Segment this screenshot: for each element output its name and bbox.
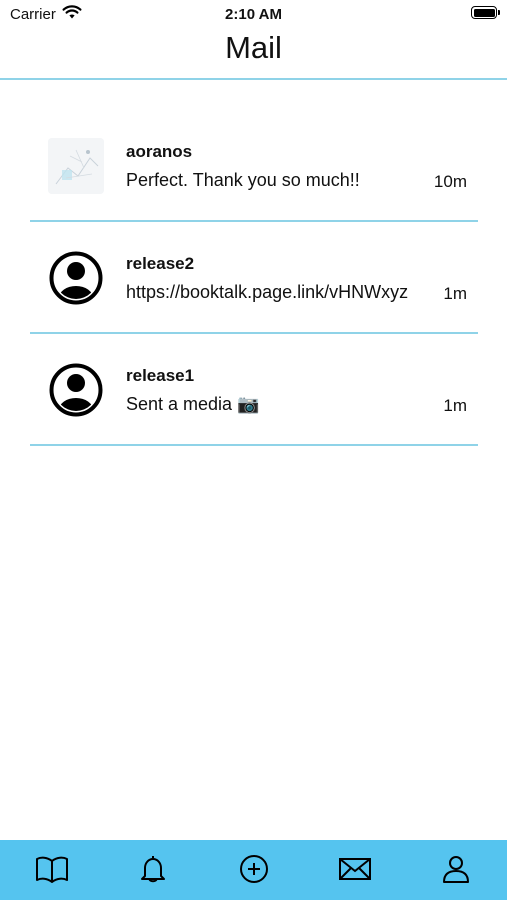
clock: 2:10 AM — [225, 6, 282, 23]
message-time: 1m — [443, 396, 467, 415]
sender-name: release2 — [126, 254, 195, 273]
conversation-list: aoranos Perfect. Thank you so much!! 10m… — [0, 110, 507, 446]
tab-notifications[interactable] — [136, 854, 170, 884]
tab-library[interactable] — [35, 854, 69, 884]
status-bar: Carrier 2:10 AM — [0, 0, 507, 28]
user-avatar-icon — [49, 251, 103, 305]
tab-profile[interactable] — [439, 854, 473, 884]
message-preview: Perfect. Thank you so much!! — [126, 170, 360, 190]
bell-icon — [141, 856, 165, 883]
battery-icon — [471, 6, 500, 19]
page-title: Mail — [225, 30, 282, 65]
user-icon — [443, 856, 469, 883]
row-divider — [30, 444, 478, 446]
avatar — [48, 138, 104, 194]
tab-create[interactable] — [237, 854, 271, 884]
tab-mail[interactable] — [338, 854, 372, 884]
message-time: 10m — [433, 172, 467, 191]
book-icon — [36, 856, 68, 883]
message-preview: Sent a media 📷 — [126, 394, 260, 414]
sender-name: release1 — [126, 366, 195, 385]
header-divider — [0, 78, 507, 80]
message-preview: https://booktalk.page.link/vHNWxyz — [126, 282, 409, 302]
plus-circle-icon — [240, 855, 268, 883]
message-time: 1m — [443, 284, 467, 303]
conversation-item[interactable]: release2 https://booktalk.page.link/vHNW… — [0, 222, 507, 334]
tab-bar — [0, 840, 507, 900]
conversation-item[interactable]: aoranos Perfect. Thank you so much!! 10m — [0, 110, 507, 222]
user-avatar-icon — [49, 363, 103, 417]
sender-name: aoranos — [126, 142, 193, 161]
conversation-item[interactable]: release1 Sent a media 📷 1m — [0, 334, 507, 446]
mail-icon — [339, 858, 371, 880]
